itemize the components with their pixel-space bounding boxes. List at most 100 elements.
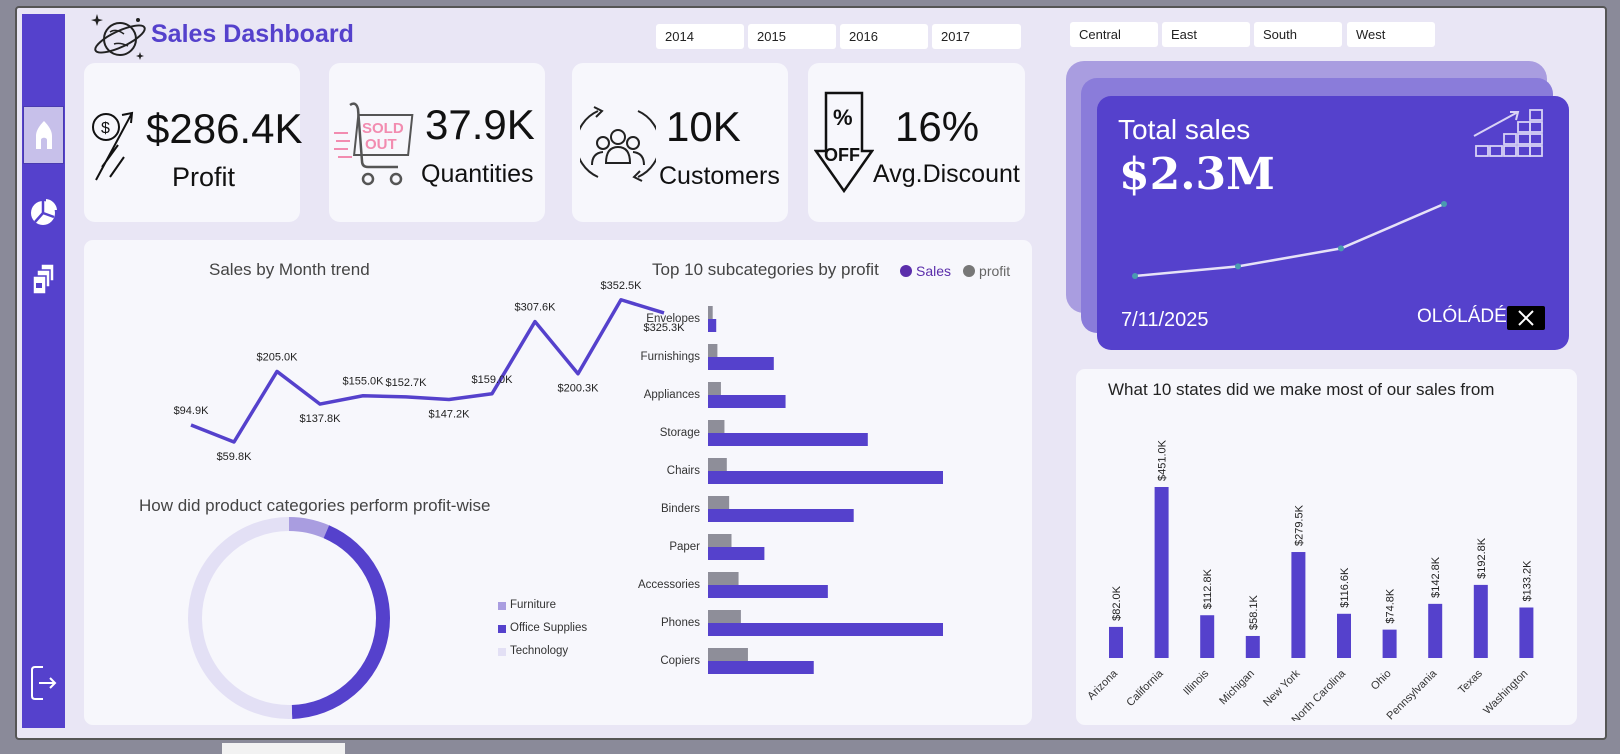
- states-panel: What 10 states did we make most of our s…: [1076, 369, 1577, 725]
- states-bar-chart: $82.0K Arizona $451.0K California $112.8K Ill…: [1085, 439, 1534, 721]
- total-sales-card: Total sales $2.3M 7/11/2025 OLÓLÁDÉ: [1097, 96, 1569, 350]
- subcategory-label: Envelopes: [646, 313, 700, 325]
- legend-sales: Sales: [900, 263, 951, 279]
- subcategory-label: Chairs: [667, 465, 700, 477]
- state-axis-label: Pennsylvania: [1385, 667, 1440, 721]
- subcategory-label: Storage: [660, 427, 700, 439]
- legend-profit: profit: [963, 263, 1010, 279]
- sales-bar: [708, 319, 717, 332]
- home-button[interactable]: [23, 106, 64, 164]
- svg-text:%: %: [833, 105, 853, 130]
- svg-text:$: $: [101, 120, 110, 137]
- sales-bar: [708, 585, 828, 598]
- year-filter-2017[interactable]: 2017: [932, 24, 1021, 49]
- logout-button[interactable]: [22, 654, 65, 712]
- trend-data-label: $159.0K: [472, 374, 514, 386]
- sheet-tab[interactable]: [222, 743, 345, 754]
- sales-trend-line: [190, 297, 665, 444]
- svg-text:SOLD: SOLD: [362, 120, 404, 137]
- subcategory-label: Binders: [661, 503, 700, 515]
- state-data-label: $58.1K: [1248, 594, 1260, 630]
- profit-bar: [708, 534, 732, 547]
- sparkline-point: [1338, 245, 1344, 252]
- region-filter-south[interactable]: South: [1254, 22, 1342, 47]
- charts-button[interactable]: [22, 183, 65, 241]
- profit-bar: [708, 306, 713, 319]
- sparkline-point: [1235, 263, 1241, 270]
- state-axis-label: California: [1124, 667, 1166, 709]
- profit-bar: [708, 496, 730, 509]
- x-logo-icon[interactable]: [1507, 306, 1545, 330]
- kpi-value-profit: $286.4K: [146, 105, 303, 152]
- state-bar: [1382, 629, 1397, 658]
- legend-furniture: Furniture: [498, 594, 587, 617]
- kpi-card-quantities: SOLD OUT 37.9K Quantities: [329, 63, 545, 222]
- profit-bar: [708, 572, 739, 585]
- region-filter-east[interactable]: East: [1162, 22, 1250, 47]
- planet-logo-icon: [90, 12, 146, 67]
- subcategory-legend: Sales profit: [900, 263, 1010, 279]
- profit-bar: [708, 420, 725, 433]
- documents-icon: [31, 263, 55, 295]
- states-title: What 10 states did we make most of our s…: [1108, 380, 1495, 399]
- sales-bar: [708, 395, 786, 408]
- legend-office-supplies: Office Supplies: [498, 617, 587, 640]
- subcategory-label: Copiers: [660, 655, 700, 667]
- subcategory-label: Furnishings: [641, 351, 701, 363]
- sales-bar: [708, 547, 765, 560]
- state-data-label: $451.0K: [1157, 439, 1169, 481]
- kpi-card-customers: 10K Customers: [572, 63, 788, 222]
- page-title: Sales Dashboard: [151, 20, 354, 48]
- sparkline-point: [1132, 273, 1138, 279]
- kpi-label-quantities: Quantities: [421, 160, 534, 188]
- svg-text:OFF: OFF: [824, 145, 860, 165]
- year-filter-2014[interactable]: 2014: [656, 24, 744, 49]
- trend-data-label: $307.6K: [515, 302, 557, 314]
- pie-chart-icon: [30, 199, 57, 225]
- state-data-label: $142.8K: [1430, 556, 1442, 598]
- profit-growth-icon: $: [92, 111, 134, 181]
- state-bar: [1337, 613, 1351, 658]
- donut-slice: [288, 517, 330, 539]
- trend-data-label: $94.9K: [174, 405, 210, 417]
- kpi-card-profit: $ $286.4K Profit: [84, 63, 303, 222]
- state-data-label: $133.2K: [1521, 560, 1533, 602]
- state-data-label: $82.0K: [1111, 585, 1123, 621]
- subcategory-label: Appliances: [644, 389, 701, 401]
- state-bar: [1291, 552, 1306, 658]
- home-icon: [35, 121, 52, 149]
- trend-data-label: $137.8K: [300, 413, 342, 425]
- state-bar: [1473, 584, 1488, 658]
- sales-bar: [708, 433, 868, 446]
- state-data-label: $279.5K: [1293, 504, 1305, 546]
- state-bar: [1154, 487, 1169, 658]
- documents-button[interactable]: [22, 251, 65, 309]
- trend-data-label: $59.8K: [217, 451, 253, 463]
- profit-bar: [708, 610, 741, 623]
- kpi-value-customers: 10K: [666, 103, 741, 150]
- trend-data-label: $205.0K: [257, 351, 299, 363]
- kpi-label-discount: Avg.Discount: [873, 160, 1020, 188]
- subcategory-bar-chart: Envelopes Furnishings Appliances Storage Cha…: [638, 306, 943, 674]
- total-sales-label: Total sales: [1118, 114, 1251, 145]
- legend-technology: Technology: [498, 640, 587, 663]
- region-filter-central[interactable]: Central: [1070, 22, 1158, 47]
- state-data-label: $74.8K: [1385, 588, 1397, 624]
- donut-legend: Furniture Office Supplies Technology: [498, 594, 587, 663]
- state-bar: [1245, 635, 1260, 658]
- state-bar: [1428, 603, 1443, 658]
- kpi-value-discount: 16%: [895, 103, 980, 150]
- kpi-value-quantities: 37.9K: [425, 101, 535, 148]
- total-sales-date: 7/11/2025: [1121, 309, 1209, 331]
- subcategory-label: Accessories: [638, 579, 700, 591]
- sparkline-point: [1441, 201, 1447, 207]
- region-filter-west[interactable]: West: [1347, 22, 1435, 47]
- year-filter-2015[interactable]: 2015: [748, 24, 836, 49]
- boxes-growth-icon: [1473, 109, 1543, 157]
- categories-title: How did product categories perform profi…: [139, 496, 491, 515]
- sales-bar: [708, 661, 814, 674]
- state-bar: [1519, 607, 1534, 658]
- year-filter-2016[interactable]: 2016: [840, 24, 928, 49]
- state-axis-label: Arizona: [1085, 667, 1120, 702]
- subcategory-label: Phones: [661, 617, 700, 629]
